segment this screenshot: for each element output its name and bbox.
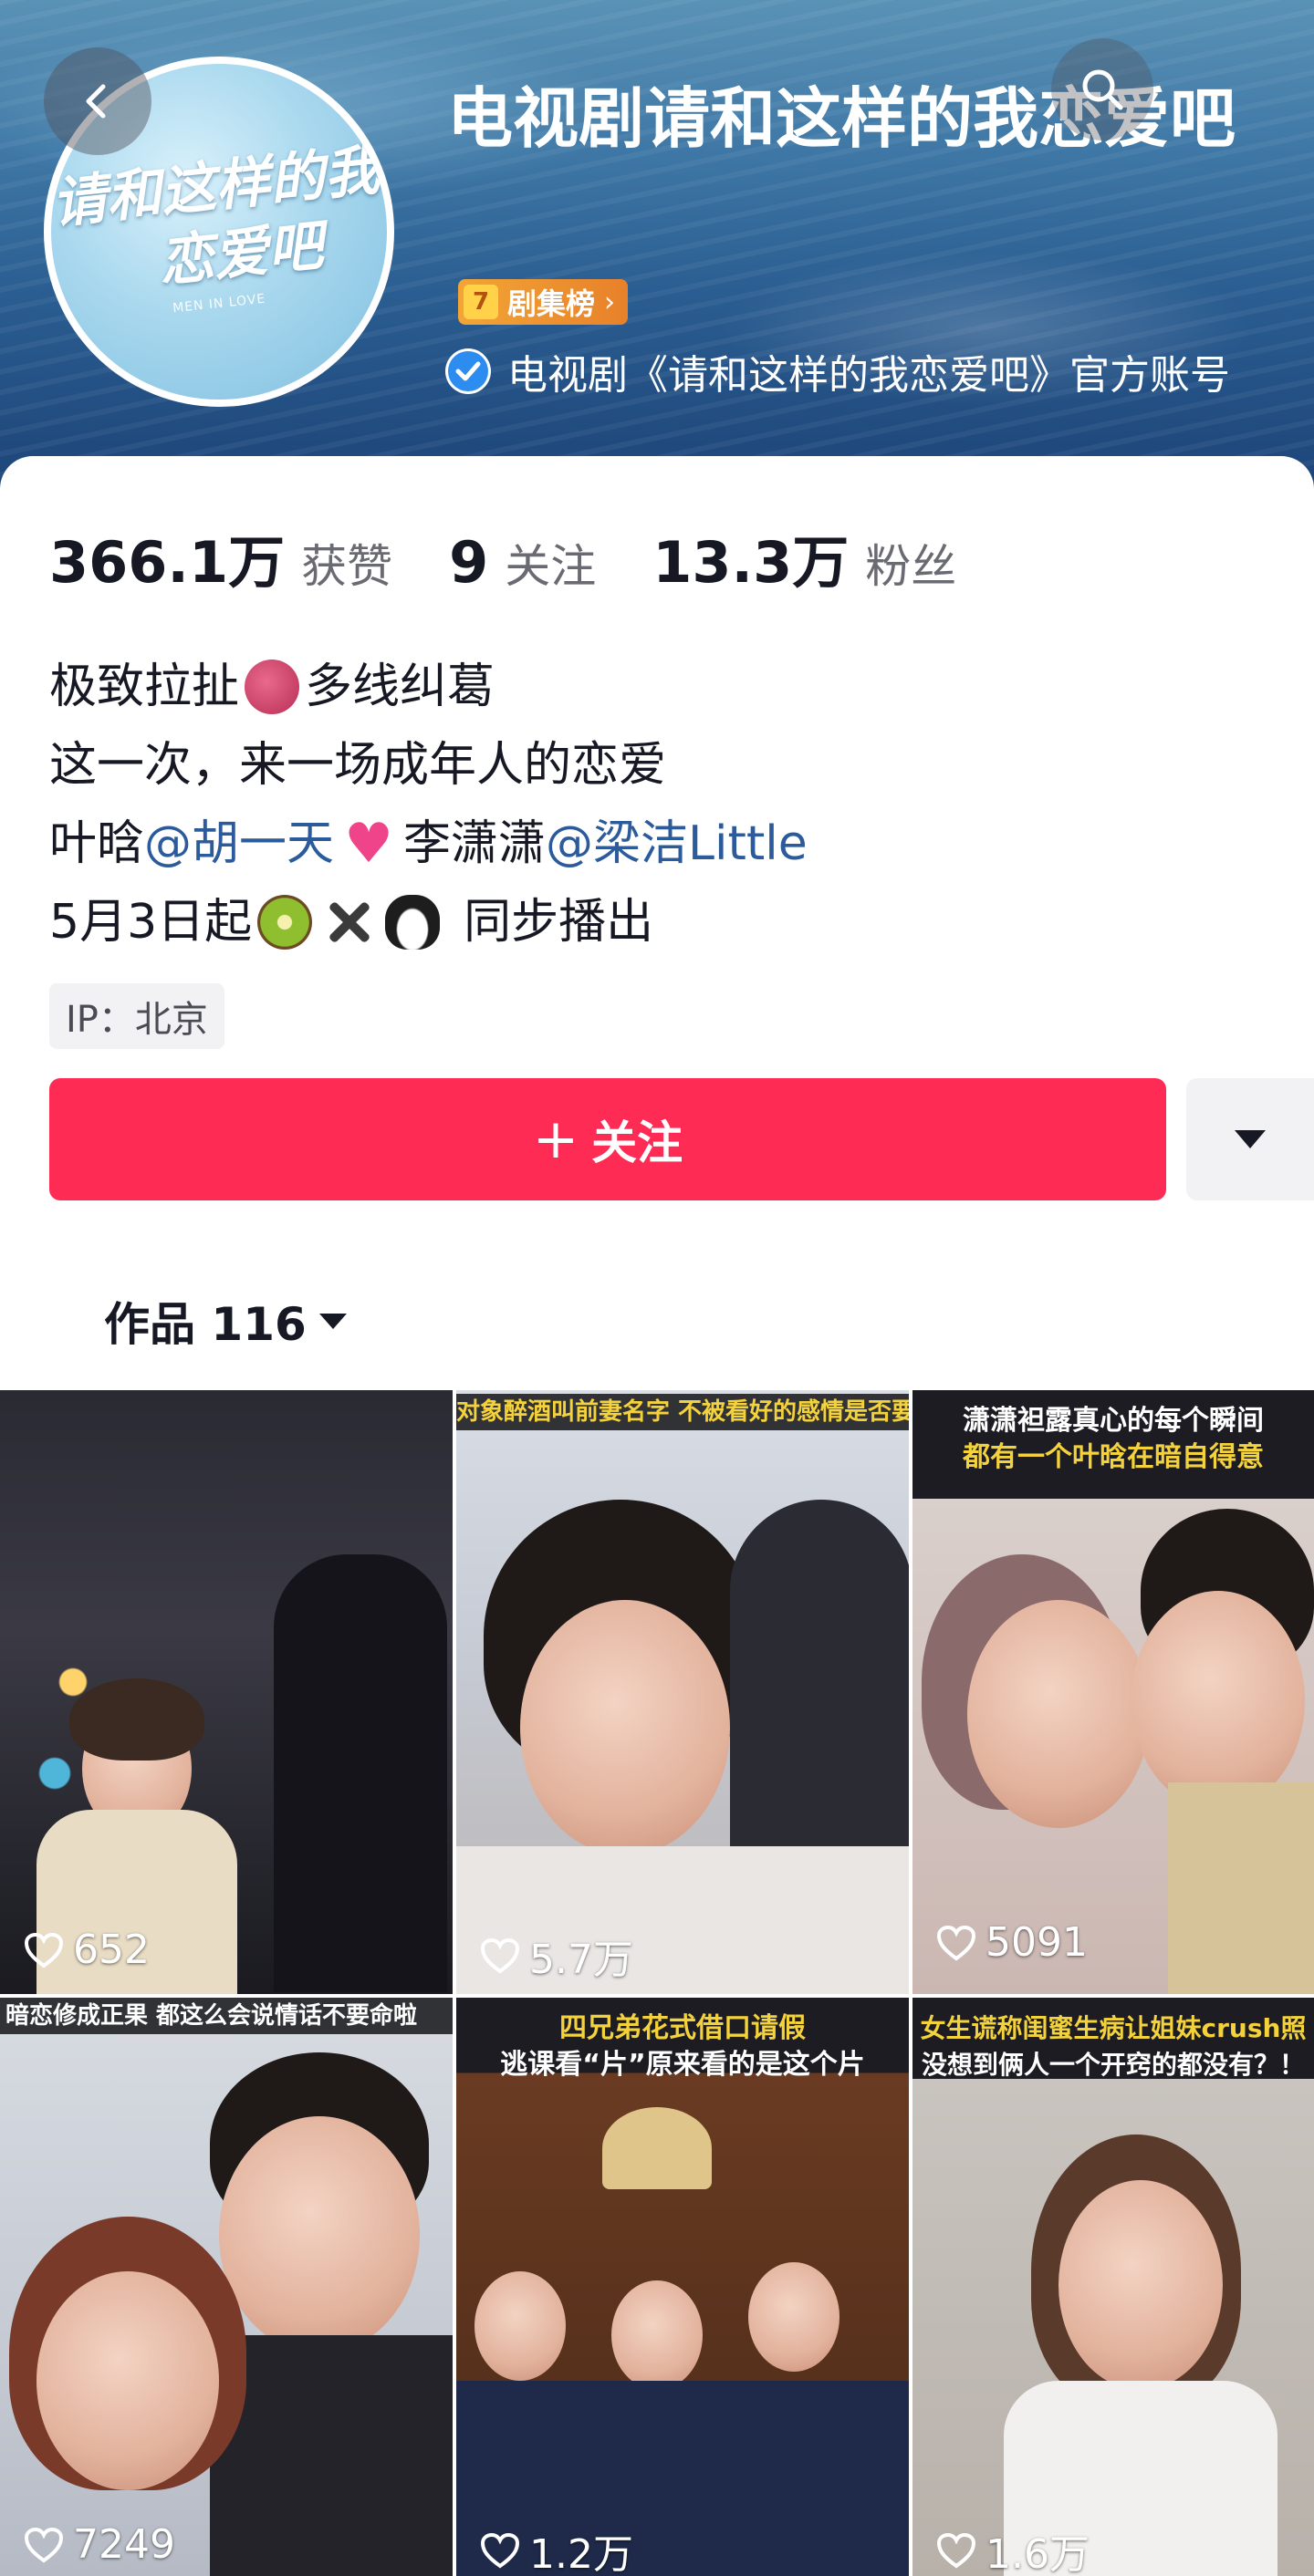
search-icon — [1082, 69, 1123, 110]
video-likes: 652 — [24, 1927, 150, 1973]
video-likes: 5.7万 — [480, 1927, 633, 1985]
stat-following[interactable]: 9 关注 — [449, 529, 596, 596]
bio-line-2: 这一次，来一场成年人的恋爱 — [49, 726, 808, 805]
followers-count: 13.3万 — [652, 529, 850, 596]
follow-button[interactable]: + 关注 — [49, 1078, 1166, 1200]
video-thumbnail-3[interactable]: 潇潇袒露真心的每个瞬间 都有一个叶晗在暗自得意 5091 — [912, 1390, 1314, 1994]
rank-label: 剧集榜 — [507, 286, 596, 321]
profile-name: 电视剧请和这样的我恋爱吧 — [447, 80, 1236, 157]
bio: 极致拉扯 多线纠葛 这一次，来一场成年人的恋爱 叶晗 @胡一天 ♥ 李潇潇 @梁… — [49, 648, 808, 961]
video-caption: 女生谎称闺蜜生病让姐妹crush照 — [920, 2013, 1307, 2043]
likes-count: 1.2万 — [529, 2531, 633, 2576]
video-caption: 没想到俩人一个开窍的都没有？！ — [921, 2050, 1305, 2080]
video-thumbnail-1[interactable]: 652 — [0, 1390, 453, 1994]
verified-check-icon — [445, 348, 491, 394]
heart-outline-icon — [936, 1925, 976, 1960]
back-button[interactable] — [44, 47, 151, 155]
likes-count: 1.6万 — [986, 2531, 1090, 2576]
bio-text: 叶晗 — [49, 816, 145, 871]
bio-text: 这一次，来一场成年人的恋爱 — [49, 738, 667, 793]
mention-link[interactable]: @梁洁Little — [546, 805, 808, 883]
likes-label: 获赞 — [301, 540, 393, 593]
profile-header: 请和这样的我 恋爱吧 MEN IN LOVE 电视剧请和这样的我恋爱吧 7 剧集… — [0, 0, 1314, 493]
video-caption: 四兄弟花式借口请假 — [559, 2012, 806, 2044]
bio-line-3: 叶晗 @胡一天 ♥ 李潇潇 @梁洁Little — [49, 805, 808, 883]
rank-badge[interactable]: 7 剧集榜 › — [458, 279, 629, 325]
cross-emoji-icon — [323, 897, 374, 948]
mention-link[interactable]: @胡一天 — [144, 805, 334, 883]
likes-count: 5091 — [986, 1919, 1088, 1966]
search-button[interactable] — [1051, 38, 1153, 140]
yarn-emoji-icon — [245, 660, 300, 714]
tab-works[interactable]: 作品 116 — [104, 1288, 347, 1354]
video-thumbnail-6[interactable]: 女生谎称闺蜜生病让姐妹crush照 没想到俩人一个开窍的都没有？！ 1.6万 — [912, 1998, 1314, 2576]
penguin-emoji-icon — [385, 895, 441, 950]
works-tab-label: 作品 116 — [104, 1298, 307, 1351]
bio-text: 极致拉扯 — [49, 660, 240, 714]
profile-panel: 366.1万 获赞 9 关注 13.3万 粉丝 极致拉扯 多线纠葛 这一次，来一… — [0, 456, 1314, 1387]
video-caption: 对象醉酒叫前妻名字 不被看好的感情是否要继 — [456, 1394, 909, 1430]
heart-outline-icon — [936, 2532, 976, 2569]
avatar-logo: 请和这样的我 恋爱吧 — [51, 136, 387, 308]
video-caption: 都有一个叶晗在暗自得意 — [963, 1441, 1264, 1473]
video-likes: 7249 — [24, 2521, 175, 2568]
kiwi-emoji-icon — [257, 895, 313, 950]
bio-text: 多线纠葛 — [305, 660, 495, 714]
bio-line-1: 极致拉扯 多线纠葛 — [49, 648, 808, 726]
followers-label: 粉丝 — [865, 540, 957, 593]
rank-number: 7 — [464, 285, 498, 319]
heart-outline-icon — [24, 1932, 64, 1968]
bio-text: 同步播出 — [464, 895, 654, 950]
bio-text: 李潇潇 — [403, 816, 547, 871]
video-caption: 暗恋修成正果 都这么会说情话不要命啦 — [0, 1998, 453, 2034]
video-likes: 1.2万 — [480, 2521, 633, 2576]
likes-count: 366.1万 — [49, 529, 286, 596]
stat-likes[interactable]: 366.1万 获赞 — [49, 516, 392, 598]
plus-icon: + — [532, 1107, 579, 1171]
verified-row: 电视剧《请和这样的我恋爱吧》官方账号 — [445, 341, 1230, 401]
following-count: 9 — [449, 529, 489, 596]
bio-text: 5月3日起 — [49, 895, 253, 950]
ip-location-tag: IP：北京 — [49, 983, 224, 1049]
video-thumbnail-5[interactable]: 四兄弟花式借口请假 逃课看“片”原来看的是这个片 1.2万 — [456, 1998, 909, 2576]
heart-outline-icon — [480, 1937, 520, 1974]
following-label: 关注 — [505, 540, 597, 593]
chevron-right-icon: › — [604, 286, 616, 318]
caret-down-icon — [318, 1313, 347, 1329]
caret-down-icon — [1235, 1130, 1266, 1148]
back-arrow-icon — [86, 84, 106, 119]
heart-emoji-icon: ♥ — [344, 812, 393, 876]
bio-line-4: 5月3日起 同步播出 — [49, 883, 808, 961]
stats-row: 366.1万 获赞 9 关注 13.3万 粉丝 — [49, 516, 1013, 598]
video-caption: 逃课看“片”原来看的是这个片 — [500, 2049, 865, 2081]
video-thumbnail-4[interactable]: 暗恋修成正果 都这么会说情话不要命啦 7249 — [0, 1998, 453, 2576]
likes-count: 652 — [73, 1927, 150, 1973]
video-caption: 潇潇袒露真心的每个瞬间 — [963, 1405, 1264, 1437]
video-grid: 652 对象醉酒叫前妻名字 不被看好的感情是否要继 5.7万 潇潇袒露真心的每个… — [0, 1390, 1314, 2576]
likes-count: 5.7万 — [529, 1937, 633, 1983]
video-likes: 5091 — [936, 1919, 1088, 1966]
follow-button-label: 关注 — [591, 1117, 683, 1169]
verified-text: 电视剧《请和这样的我恋爱吧》官方账号 — [507, 352, 1230, 399]
stat-followers[interactable]: 13.3万 粉丝 — [652, 516, 956, 598]
heart-outline-icon — [480, 2532, 520, 2569]
video-thumbnail-2[interactable]: 对象醉酒叫前妻名字 不被看好的感情是否要继 5.7万 — [456, 1390, 909, 1994]
heart-outline-icon — [24, 2527, 64, 2562]
more-options-button[interactable] — [1186, 1078, 1314, 1200]
likes-count: 7249 — [73, 2521, 175, 2568]
video-likes: 1.6万 — [936, 2521, 1090, 2576]
avatar-subtitle: MEN IN LOVE — [172, 291, 266, 317]
